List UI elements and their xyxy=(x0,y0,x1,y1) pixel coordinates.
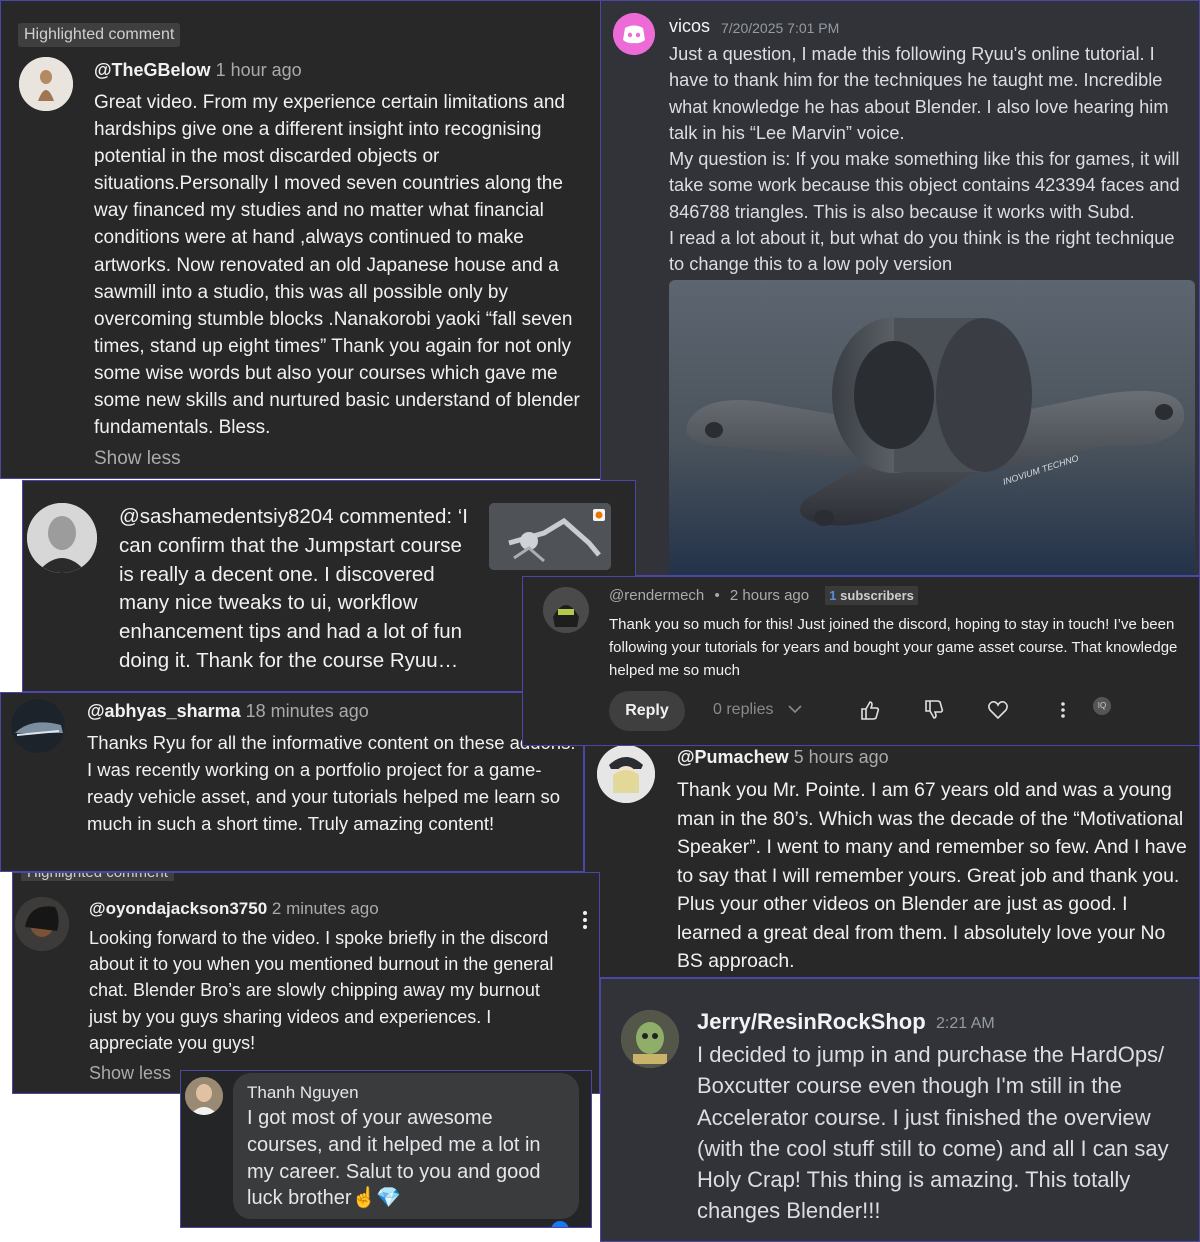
separator-dot: • xyxy=(714,587,720,604)
comment-text: @sashamedentsiy8204 commented: ‘I can co… xyxy=(119,505,468,672)
subscriber-badge: 1 subscribers xyxy=(825,586,918,605)
avatar[interactable] xyxy=(185,1077,223,1115)
avatar[interactable] xyxy=(621,1010,679,1068)
avatar[interactable] xyxy=(11,699,65,753)
robot-arm-thumbnail[interactable] xyxy=(489,503,611,570)
avatar[interactable] xyxy=(27,503,97,573)
comment-card-thegbelow: Highlighted comment @TheGBelow 1 hour ag… xyxy=(0,0,601,479)
comment-time[interactable]: 18 minutes ago xyxy=(246,701,369,721)
comment-card-abhyas: @abhyas_sharma 18 minutes ago Thanks Ryu… xyxy=(0,692,584,872)
subscriber-label: subscribers xyxy=(840,588,914,603)
message-author[interactable]: Jerry/ResinRockShop xyxy=(697,1009,926,1035)
comment-time[interactable]: 1 hour ago xyxy=(216,60,302,80)
chevron-down-icon[interactable] xyxy=(787,701,803,717)
comment-author[interactable]: Thanh Nguyen xyxy=(247,1083,359,1103)
comment-author[interactable]: @abhyas_sharma xyxy=(87,701,241,721)
message-timestamp: 7/20/2025 7:01 PM xyxy=(721,20,840,36)
comment-header: @Pumachew 5 hours ago xyxy=(677,747,889,768)
comment-text: Thank you Mr. Pointe. I am 67 years old … xyxy=(677,779,1187,972)
comment-text: Thank you so much for this! Just joined … xyxy=(609,616,1178,679)
discord-message-vicos: vicos 7/20/2025 7:01 PM Just a question,… xyxy=(600,0,1200,576)
comment-header: @TheGBelow 1 hour ago xyxy=(94,60,302,81)
comment-card-oyonda: Highlighted comment @oyondajackson3750 2… xyxy=(12,872,600,1094)
more-vert-icon[interactable] xyxy=(1057,699,1069,721)
discord-message-jerry: Jerry/ResinRockShop 2:21 AM I decided to… xyxy=(600,978,1200,1242)
comment-header: @oyondajackson3750 2 minutes ago xyxy=(89,899,379,919)
attachment-render-image[interactable]: INOVIUM TECHNO xyxy=(669,280,1195,575)
comment-card-rendermech: @rendermech • 2 hours ago 1 subscribers … xyxy=(522,576,1200,746)
comment-time[interactable]: 2 hours ago xyxy=(730,587,809,604)
reaction-icon[interactable] xyxy=(551,1221,569,1227)
heart-icon[interactable] xyxy=(987,699,1009,721)
highlighted-comment-badge: Highlighted comment xyxy=(18,23,181,47)
show-less-button[interactable]: Show less xyxy=(94,448,181,470)
comment-text: Thanks Ryu for all the informative conte… xyxy=(87,732,576,834)
highlighted-comment-badge: Highlighted comment xyxy=(21,873,174,881)
comment-text: Great video. From my experience certain … xyxy=(94,92,580,439)
comment-author[interactable]: @Pumachew xyxy=(677,747,789,767)
comment-author[interactable]: @rendermech xyxy=(609,587,704,604)
comment-header: @rendermech • 2 hours ago 1 subscribers xyxy=(609,586,918,605)
comment-time[interactable]: 2 minutes ago xyxy=(272,899,379,918)
comment-card-pumachew: @Pumachew 5 hours ago Thank you Mr. Poin… xyxy=(584,744,1200,978)
comment-text: I got most of your awesome courses, and … xyxy=(247,1107,541,1210)
comment-author[interactable]: @oyondajackson3750 xyxy=(89,899,267,918)
message-text: I decided to jump in and purchase the Ha… xyxy=(697,1042,1169,1224)
more-vert-icon[interactable] xyxy=(581,909,589,931)
avatar[interactable] xyxy=(15,897,69,951)
avatar[interactable] xyxy=(543,587,589,633)
extension-tag-icon[interactable]: IQ xyxy=(1093,697,1111,715)
comment-header: @abhyas_sharma 18 minutes ago xyxy=(87,701,369,722)
discord-logo-icon[interactable] xyxy=(613,13,655,55)
thumbs-down-icon[interactable] xyxy=(923,699,945,721)
replies-count[interactable]: 0 replies xyxy=(713,701,773,719)
comment-time[interactable]: 5 hours ago xyxy=(794,747,889,767)
avatar[interactable] xyxy=(19,57,73,111)
comment-author[interactable]: @TheGBelow xyxy=(94,60,211,80)
reply-button[interactable]: Reply xyxy=(609,691,685,731)
subscriber-count: 1 xyxy=(829,588,837,603)
show-less-button[interactable]: Show less xyxy=(89,1063,171,1084)
comment-text: Looking forward to the video. I spoke br… xyxy=(89,928,554,1053)
facebook-comment-thanh: Thanh Nguyen I got most of your awesome … xyxy=(180,1070,592,1228)
avatar[interactable] xyxy=(597,745,655,803)
message-timestamp: 2:21 AM xyxy=(936,1015,995,1032)
message-text: Just a question, I made this following R… xyxy=(669,44,1180,275)
thumbs-up-icon[interactable] xyxy=(859,699,881,721)
message-author[interactable]: vicos xyxy=(669,16,710,37)
